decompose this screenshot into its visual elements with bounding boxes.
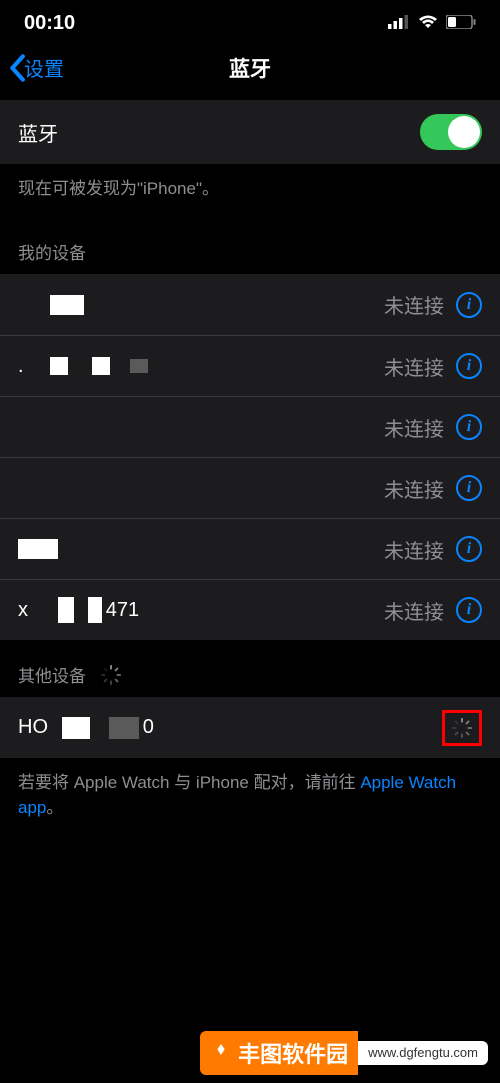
- device-name: [18, 419, 22, 435]
- my-devices-list: 未连接 i . 未连接 i 未连接 i 未连接 i 未连接 i x 471 未连接 i: [0, 274, 500, 640]
- device-status: 未连接: [384, 535, 444, 564]
- info-icon[interactable]: i: [456, 353, 482, 379]
- device-row[interactable]: 未连接 i: [0, 457, 500, 518]
- device-name: x 471: [18, 597, 139, 623]
- device-status: 未连接: [384, 290, 444, 319]
- info-icon[interactable]: i: [456, 292, 482, 318]
- device-name: [18, 293, 84, 316]
- info-icon[interactable]: i: [456, 414, 482, 440]
- status-time: 00:10: [24, 12, 75, 35]
- bluetooth-switch[interactable]: [420, 114, 482, 150]
- device-name: [18, 480, 22, 497]
- bluetooth-toggle-section: 蓝牙: [0, 100, 500, 164]
- page-title: 蓝牙: [0, 53, 500, 83]
- back-label: 设置: [24, 53, 64, 82]
- cellular-icon: [388, 12, 410, 35]
- other-devices-header: 其他设备: [0, 640, 500, 697]
- watermark: 丰图软件园 www.dgfengtu.com: [0, 1023, 500, 1083]
- device-name: [18, 539, 58, 559]
- discoverable-text: 现在可被发现为"iPhone"。: [0, 164, 500, 217]
- watermark-url: www.dgfengtu.com: [358, 1041, 488, 1065]
- device-status: 未连接: [384, 596, 444, 625]
- highlight-box: [442, 710, 482, 746]
- wifi-icon: [418, 12, 438, 35]
- other-device-row[interactable]: HO 0: [0, 697, 500, 758]
- back-button[interactable]: 设置: [8, 53, 64, 82]
- my-devices-header: 我的设备: [0, 217, 500, 274]
- watermark-badge: 丰图软件园: [200, 1031, 358, 1075]
- device-row[interactable]: x 471 未连接 i: [0, 579, 500, 640]
- device-status: 未连接: [384, 413, 444, 442]
- device-row[interactable]: 未连接 i: [0, 396, 500, 457]
- device-row[interactable]: . 未连接 i: [0, 335, 500, 396]
- device-row[interactable]: 未连接 i: [0, 274, 500, 335]
- info-icon[interactable]: i: [456, 536, 482, 562]
- device-status: 未连接: [384, 352, 444, 381]
- device-status: 未连接: [384, 474, 444, 503]
- battery-icon: [446, 12, 476, 35]
- device-name: HO 0: [18, 716, 154, 739]
- nav-bar: 设置 蓝牙: [0, 43, 500, 100]
- spinner-icon: [100, 664, 122, 686]
- bluetooth-label: 蓝牙: [18, 118, 58, 147]
- info-icon[interactable]: i: [456, 475, 482, 501]
- status-bar: 00:10: [0, 0, 500, 43]
- status-indicators: [388, 12, 476, 35]
- other-devices-list: HO 0: [0, 697, 500, 758]
- device-name: .: [18, 355, 148, 378]
- device-row[interactable]: 未连接 i: [0, 518, 500, 579]
- info-icon[interactable]: i: [456, 597, 482, 623]
- apple-watch-footer: 若要将 Apple Watch 与 iPhone 配对，请前往 Apple Wa…: [0, 758, 500, 836]
- spinner-icon: [451, 717, 473, 739]
- bluetooth-toggle-row[interactable]: 蓝牙: [0, 100, 500, 164]
